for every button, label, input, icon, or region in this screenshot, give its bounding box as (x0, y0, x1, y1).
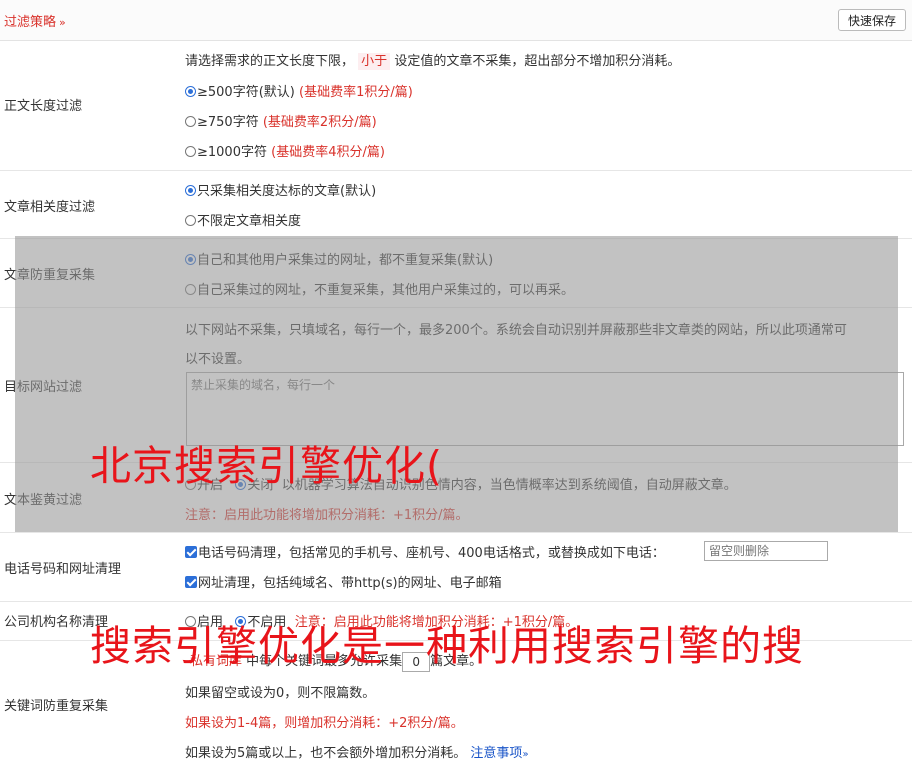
radio-button[interactable] (185, 479, 196, 490)
relevance-option-qualified[interactable]: 只采集相关度达标的文章(默认) (185, 180, 376, 199)
replacement-phone-input[interactable] (704, 541, 828, 561)
checkbox-checked[interactable] (185, 546, 197, 558)
radio-button[interactable] (185, 284, 196, 295)
company-filter-options: 启用 不启用 注意：启用此功能将增加积分消耗：+1积分/篇。 (185, 611, 578, 630)
length-filter-row: 正文长度过滤 请选择需求的正文长度下限， 小于 设定值的文章不采集，超出部分不增… (0, 40, 912, 171)
radio-button[interactable] (185, 616, 196, 627)
length-option-1000[interactable]: ≥1000字符 (基础费率4积分/篇) (185, 141, 385, 160)
checkbox-checked[interactable] (185, 576, 197, 588)
relevance-filter-row: 文章相关度过滤 只采集相关度达标的文章(默认) 不限定文章相关度 (0, 170, 912, 239)
radio-button-selected[interactable] (235, 479, 247, 490)
radio-button-selected[interactable] (185, 86, 196, 97)
phone-cleanup-option[interactable]: 电话号码清理，包括常见的手机号、座机号、400电话格式，或替换成如下电话： (185, 542, 665, 561)
private-lexicon-link[interactable]: 私有词库 (190, 654, 242, 669)
company-option-off[interactable]: 不启用 (235, 615, 286, 630)
relevance-filter-label: 文章相关度过滤 (4, 200, 96, 215)
less-than-badge: 小于 (358, 53, 391, 70)
radio-button-selected[interactable] (235, 616, 247, 627)
radio-button[interactable] (185, 146, 196, 157)
url-cleanup-option[interactable]: 网址清理，包括纯域名、带http(s)的网址、电子邮箱 (185, 572, 502, 591)
dedupe-filter-label: 文章防重复采集 (4, 268, 96, 283)
keyword-limit-input[interactable]: 0 (402, 651, 431, 672)
keyword-note-free: 如果设为5篇或以上，也不会额外增加积分消耗。 注意事项» (185, 746, 529, 761)
dedupe-filter-row: 文章防重复采集 自己和其他用户采集过的网址，都不重复采集(默认) 自己采集过的网… (0, 238, 912, 308)
length-filter-label: 正文长度过滤 (4, 99, 83, 114)
company-option-on[interactable]: 启用 (185, 615, 223, 630)
porn-option-on[interactable]: 开启 (185, 478, 223, 493)
chevron-down-icon: » (59, 16, 66, 29)
notes-link[interactable]: 注意事项» (470, 746, 528, 761)
porn-filter-options: 开启 关闭 以机器学习算法自动识别色情内容，当色情概率达到系统阈值，自动屏蔽文章… (185, 474, 737, 493)
site-filter-description-line1: 以下网站不采集，只填域名，每行一个，最多200个。系统会自动识别并屏蔽那些非文章… (185, 323, 847, 338)
keyword-limit-line: 私有词库 中每个关键词最多允许采集 0 篇文章。 (190, 650, 482, 672)
keyword-note-unlimited: 如果留空或设为0，则不限篇数。 (185, 686, 376, 701)
radio-button-selected[interactable] (185, 254, 196, 265)
site-filter-description-line2: 以不设置。 (185, 352, 251, 367)
keyword-note-cost: 如果设为1-4篇，则增加积分消耗：+2积分/篇。 (185, 716, 464, 731)
porn-filter-warning: 注意：启用此功能将增加积分消耗：+1积分/篇。 (185, 508, 469, 523)
section-title[interactable]: 过滤策略» (4, 11, 66, 30)
length-option-750[interactable]: ≥750字符 (基础费率2积分/篇) (185, 111, 377, 130)
keyword-filter-label: 关键词防重复采集 (4, 699, 109, 714)
length-option-500[interactable]: ≥500字符(默认) (基础费率1积分/篇) (185, 81, 413, 100)
radio-button-selected[interactable] (185, 185, 196, 196)
section-title-text: 过滤策略 (4, 15, 57, 30)
company-filter-label: 公司机构名称清理 (4, 615, 109, 630)
porn-filter-label: 文本鉴黄过滤 (4, 493, 83, 508)
phone-filter-label: 电话号码和网址清理 (4, 562, 122, 577)
porn-filter-row: 文本鉴黄过滤 开启 关闭 以机器学习算法自动识别色情内容，当色情概率达到系统阈值… (0, 462, 912, 533)
company-filter-row: 公司机构名称清理 启用 不启用 注意：启用此功能将增加积分消耗：+1积分/篇。 (0, 601, 912, 641)
radio-button[interactable] (185, 116, 196, 127)
length-filter-description: 请选择需求的正文长度下限， 小于 设定值的文章不采集，超出部分不增加积分消耗。 (185, 53, 681, 70)
radio-button[interactable] (185, 215, 196, 226)
dedupe-option-all-users[interactable]: 自己和其他用户采集过的网址，都不重复采集(默认) (185, 249, 493, 268)
site-filter-label: 目标网站过滤 (4, 380, 83, 395)
relevance-option-unlimited[interactable]: 不限定文章相关度 (185, 210, 301, 229)
porn-option-off[interactable]: 关闭 (235, 478, 273, 493)
keyword-filter-row: 关键词防重复采集 私有词库 中每个关键词最多允许采集 0 篇文章。 如果留空或设为0… (0, 640, 912, 768)
chevron-down-icon: » (522, 749, 529, 760)
quick-save-button[interactable]: 快速保存 (838, 9, 906, 31)
blocked-domains-textarea[interactable] (186, 372, 904, 446)
dedupe-option-self-only[interactable]: 自己采集过的网址，不重复采集，其他用户采集过的，可以再采。 (185, 279, 574, 298)
filter-strategy-header: 过滤策略» 快速保存 (0, 0, 912, 41)
